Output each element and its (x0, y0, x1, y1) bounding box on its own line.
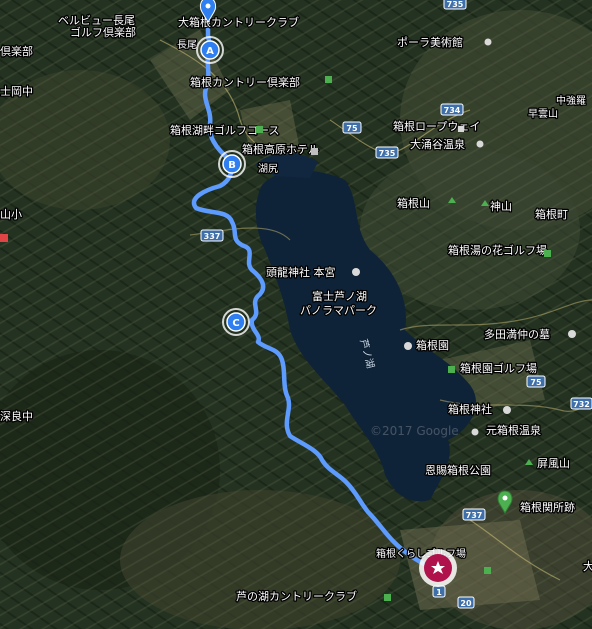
svg-text:732: 732 (573, 400, 590, 409)
golf-icon-6 (256, 126, 263, 133)
label-hakone-ropeway: 箱根ロープウェイ (393, 119, 480, 133)
label-panorama-2: パノラマパーク (300, 304, 377, 317)
label-bellevue-golf: ゴルフ倶楽部 (70, 25, 136, 39)
label-panorama-1: 富士芦ノ湖 (312, 289, 367, 303)
label-hakone-machi: 箱根町 (535, 207, 568, 221)
svg-text:75: 75 (346, 124, 358, 133)
waypoint-a[interactable]: A (196, 36, 224, 64)
label-onshi: 恩賜箱根公園 (425, 463, 491, 477)
label-club-left: 倶楽部 (0, 44, 33, 58)
label-hakone-en-golf: 箱根園ゴルフ場 (460, 361, 537, 375)
label-kuzuryu: 頭龍神社 本宮 (266, 265, 336, 279)
label-hakoneyama: 箱根山 (397, 196, 430, 210)
golf-icon-5 (325, 76, 332, 83)
shield-732: 732 (570, 397, 592, 410)
label-hakone-cc: 箱根カントリー倶楽部 (190, 75, 300, 89)
label-kogen-hotel: 箱根高原ホテル (242, 142, 319, 156)
label-hakone-jinja: 箱根神社 (448, 402, 492, 416)
label-soun: 早雲山 (528, 108, 558, 120)
svg-text:1: 1 (436, 588, 442, 597)
waypoint-b[interactable]: B (218, 150, 246, 178)
svg-text:337: 337 (204, 232, 221, 241)
school-icon (0, 234, 8, 242)
label-kamiyama: 神山 (490, 199, 512, 213)
label-yamashou: 山小 (0, 208, 22, 221)
label-pola: ポーラ美術館 (397, 35, 463, 49)
label-sekisho: 箱根関所跡 (520, 500, 575, 514)
label-fujioka: 士岡中 (0, 85, 33, 98)
shield-737: 737 (462, 508, 486, 521)
museum-icon (484, 38, 492, 46)
label-kohan-golf: 箱根湖畔ゴルフコース (170, 123, 279, 137)
ropeway-icon (458, 126, 464, 132)
label-nakagora: 中強羅 (556, 94, 586, 107)
svg-text:735: 735 (447, 0, 464, 9)
hakone-en-icon (404, 342, 412, 350)
shield-735-top: 735 (443, 0, 467, 10)
label-owakudani: 大涌谷温泉 (410, 137, 465, 151)
svg-text:735: 735 (379, 149, 396, 158)
label-ashinoko-cc: 芦の湖カントリークラブ (236, 589, 357, 603)
hotspring-icon (476, 140, 484, 148)
svg-text:B: B (228, 160, 236, 171)
golf-icon-4 (384, 594, 391, 601)
waypoint-c[interactable]: C (222, 308, 250, 336)
label-chou: 長尾 (177, 39, 197, 51)
label-hananomachi: 箱根湯の花ゴルフ場 (448, 243, 547, 257)
svg-text:734: 734 (444, 106, 461, 115)
label-byobuyama: 屏風山 (537, 457, 570, 470)
label-oohakone: 大箱根カントリークラブ (178, 15, 299, 29)
map-canvas: 735 734 75 735 337 75 732 737 1 20 ベルビュー… (0, 0, 592, 629)
shield-1: 1 (432, 585, 446, 598)
label-hakone-en: 箱根園 (416, 338, 449, 352)
map-watermark: ©2017 Google (370, 424, 459, 438)
shield-337: 337 (200, 229, 224, 242)
golf-icon-3 (484, 567, 491, 574)
label-kojiri: 湖尻 (258, 163, 278, 175)
satellite-map[interactable]: 735 734 75 735 337 75 732 737 1 20 ベルビュー… (0, 0, 592, 629)
grave-icon (568, 330, 576, 338)
label-dai: 大 (583, 559, 592, 573)
onsen-icon (471, 428, 479, 436)
label-moto-hakone: 元箱根温泉 (486, 423, 541, 437)
golf-icon (544, 250, 551, 257)
shield-735: 735 (375, 146, 399, 159)
svg-text:C: C (232, 318, 239, 329)
hotel-icon (311, 148, 318, 155)
svg-text:20: 20 (460, 599, 472, 608)
shield-75-b: 75 (526, 375, 546, 388)
label-fukara: 深良中 (0, 409, 33, 423)
label-tada: 多田満仲の墓 (484, 327, 550, 341)
destination-star-marker[interactable] (419, 549, 457, 587)
golf-icon-2 (448, 366, 455, 373)
shield-75-a: 75 (342, 121, 362, 134)
shield-20: 20 (457, 596, 475, 609)
svg-text:75: 75 (530, 378, 542, 387)
svg-text:737: 737 (466, 511, 483, 520)
svg-text:A: A (206, 46, 214, 57)
shrine-icon (352, 268, 360, 276)
shield-734: 734 (440, 103, 464, 116)
jinja-icon (503, 406, 511, 414)
